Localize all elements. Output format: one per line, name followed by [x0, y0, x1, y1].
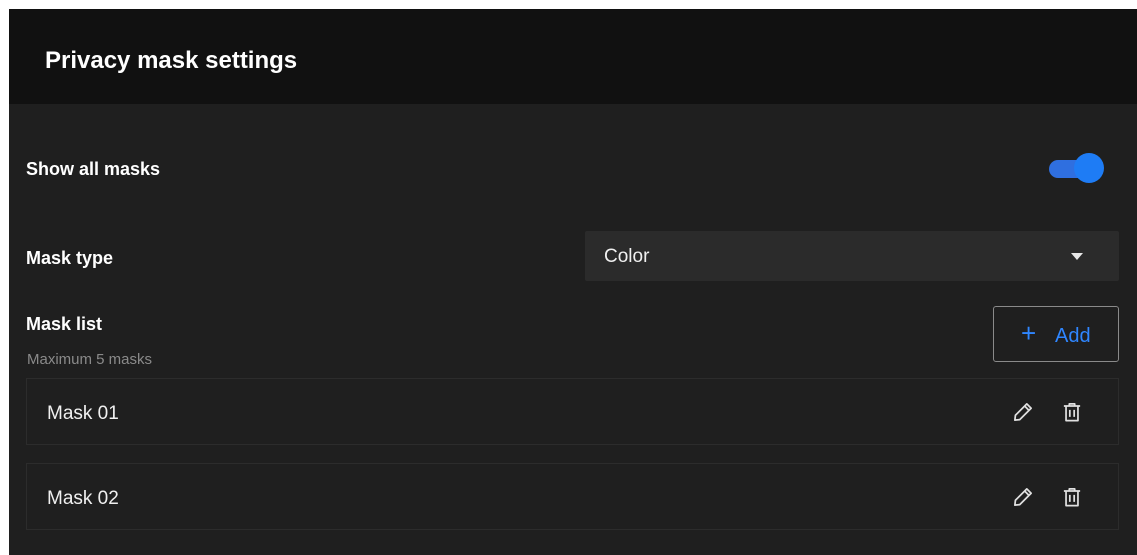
mask-list-label: Mask list [26, 314, 103, 334]
list-item: Mask 01 [26, 378, 1119, 445]
mask-list-hint: Maximum 5 masks [27, 351, 153, 368]
mask-name: Mask 01 [47, 403, 119, 424]
toggle-knob [1074, 153, 1104, 183]
plus-icon: + [1021, 318, 1037, 348]
privacy-mask-panel: Privacy mask settings Show all masks Mas… [9, 9, 1137, 555]
show-all-masks-label: Show all masks [26, 159, 161, 179]
panel-header: Privacy mask settings [9, 9, 1137, 104]
pencil-icon[interactable] [1010, 484, 1036, 510]
pencil-icon[interactable] [1010, 399, 1036, 425]
mask-name: Mask 02 [47, 488, 119, 509]
chevron-down-icon [1071, 253, 1083, 260]
add-mask-button[interactable]: + Add [993, 306, 1119, 362]
add-mask-label: Add [1055, 325, 1091, 347]
mask-type-value: Color [604, 246, 650, 267]
mask-type-select[interactable]: Color [585, 231, 1119, 281]
trash-icon[interactable] [1059, 399, 1085, 425]
list-item: Mask 02 [26, 463, 1119, 530]
page-title: Privacy mask settings [45, 47, 298, 74]
trash-icon[interactable] [1059, 484, 1085, 510]
show-all-masks-toggle[interactable] [1049, 151, 1104, 185]
mask-type-label: Mask type [26, 248, 114, 268]
